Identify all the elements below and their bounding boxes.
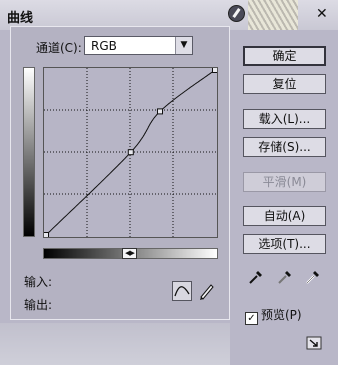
gray-eyedropper-icon[interactable] xyxy=(276,268,294,286)
checkbox-check-icon[interactable]: ✓ xyxy=(245,312,258,325)
channel-value: RGB xyxy=(91,39,117,53)
pencil-icon[interactable] xyxy=(197,281,217,301)
save-button[interactable]: 存储(S)... xyxy=(243,137,326,157)
curve-graph[interactable] xyxy=(43,67,218,238)
title-texture xyxy=(248,0,298,30)
curve-tool-icon[interactable] xyxy=(172,281,192,301)
help-icon[interactable] xyxy=(228,5,245,22)
auto-button[interactable]: 自动(A) xyxy=(243,206,326,226)
output-label: 输出: xyxy=(24,298,53,312)
channel-label: 通道(C): xyxy=(36,41,82,55)
preview-label: 预览(P) xyxy=(261,308,302,322)
gradient-toggle-icon[interactable]: ◀▶ xyxy=(122,248,137,259)
smooth-button[interactable]: 平滑(M) xyxy=(243,172,326,192)
channel-select[interactable]: RGB ▼ xyxy=(84,36,193,55)
white-eyedropper-icon[interactable] xyxy=(304,268,322,286)
options-button[interactable]: 选项(T)... xyxy=(243,234,326,254)
close-icon[interactable]: ✕ xyxy=(316,6,328,22)
curve-control-point[interactable] xyxy=(212,68,218,73)
black-eyedropper-icon[interactable] xyxy=(247,268,265,286)
curve-control-point[interactable] xyxy=(44,232,49,238)
dialog-footer-area xyxy=(0,323,230,365)
output-gradient-bar xyxy=(23,67,35,237)
resize-icon[interactable] xyxy=(306,336,322,350)
input-label: 输入: xyxy=(24,275,53,289)
dialog-title: 曲线 xyxy=(7,11,34,26)
ok-button[interactable]: 确定 xyxy=(243,46,326,66)
preview-checkbox[interactable]: ✓ 预览(P) xyxy=(245,306,302,325)
load-button[interactable]: 载入(L)... xyxy=(243,109,326,129)
curve-control-point[interactable] xyxy=(127,149,134,156)
chevron-down-icon[interactable]: ▼ xyxy=(175,37,192,54)
curve-control-point[interactable] xyxy=(157,108,163,115)
reset-button[interactable]: 复位 xyxy=(243,74,326,94)
